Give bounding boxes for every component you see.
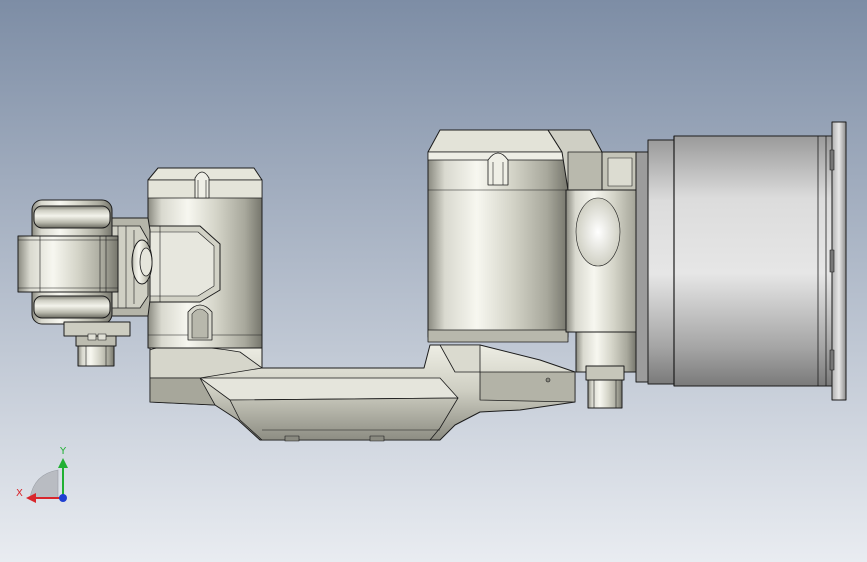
shoulder-cable-connector[interactable] <box>585 365 625 409</box>
y-axis-label: Y <box>59 446 67 457</box>
end-effector-roller[interactable] <box>17 199 119 325</box>
servo-motor[interactable] <box>635 121 847 401</box>
z-axis-dot <box>59 494 67 502</box>
scene-canvas[interactable]: ≡ <box>0 0 867 562</box>
wrist-link[interactable] <box>144 225 221 303</box>
cad-viewport[interactable]: ≡ <box>0 0 867 562</box>
x-axis-label: X <box>16 488 23 499</box>
